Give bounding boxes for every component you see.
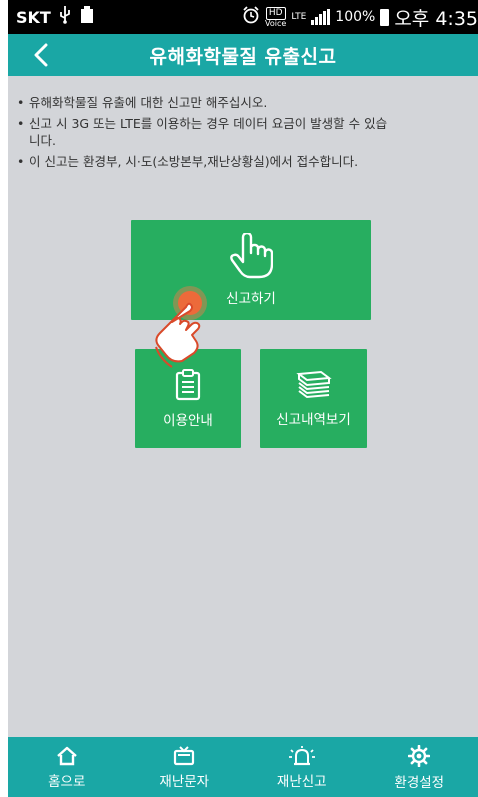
hd-badge: HD (265, 6, 286, 20)
page-title: 유해화학물질 유출신고 (149, 45, 337, 68)
report-history-label: 신고내역보기 (276, 411, 351, 428)
nav-disaster-report-label: 재난신고 (276, 774, 327, 790)
back-button[interactable] (26, 40, 56, 70)
nav-settings-label: 환경설정 (394, 775, 445, 791)
report-button-label: 신고하기 (226, 291, 276, 307)
hand-pointer-icon (230, 233, 273, 279)
alarm-clock-icon (242, 6, 260, 28)
report-history-button[interactable]: 신고내역보기 (260, 349, 367, 448)
battery-percent: 100% (335, 9, 376, 25)
nav-disaster-sms[interactable]: 재난문자 (126, 737, 244, 797)
gear-icon (408, 745, 431, 767)
status-bar: SKT HD Voice LTE 100% 오후 4:35 (8, 0, 478, 34)
notice-text: 이 신고는 환경부, 시·도(소방본부,재난상황실)에서 접수합니다. (29, 154, 359, 169)
usb-icon (59, 6, 71, 28)
app-header: 유해화학물질 유출신고 (8, 34, 478, 76)
user-guide-label: 이용안내 (163, 412, 213, 429)
hd-voice-label: Voice (265, 18, 287, 28)
nav-home-label: 홈으로 (48, 774, 86, 790)
siren-icon (288, 746, 315, 766)
app-screen: SKT HD Voice LTE 100% 오후 4:35 유해화학물질 유출신… (0, 0, 478, 797)
carrier-label: SKT (16, 7, 51, 27)
clipboard-icon (175, 368, 201, 400)
nav-settings[interactable]: 환경설정 (361, 737, 478, 797)
notice-text: 신고 시 3G 또는 LTE를 이용하는 경우 데이터 요금이 발생할 수 있습… (29, 116, 388, 148)
notice-item: • 신고 시 3G 또는 LTE를 이용하는 경우 데이터 요금이 발생할 수 있… (17, 116, 388, 148)
chevron-left-icon (34, 43, 48, 67)
status-clock: 오후 4:35 (394, 7, 478, 30)
home-icon (56, 746, 77, 766)
notice-item: • 이 신고는 환경부, 시·도(소방본부,재난상황실)에서 접수합니다. (17, 154, 359, 169)
hd-voice-indicator: HD Voice (265, 6, 287, 28)
notice-item: • 유해화학물질 유출에 대한 신고만 해주십시오. (17, 95, 268, 110)
battery-icon (380, 8, 390, 26)
notice-text: 유해화학물질 유출에 대한 신고만 해주십시오. (29, 95, 268, 110)
nav-disaster-report[interactable]: 재난신고 (243, 737, 361, 797)
report-button[interactable]: 신고하기 (131, 220, 371, 320)
notice-list: • 유해화학물질 유출에 대한 신고만 해주십시오. • 신고 시 3G 또는 LT… (8, 76, 478, 170)
tv-icon (174, 746, 195, 766)
main-content: • 유해화학물질 유출에 대한 신고만 해주십시오. • 신고 시 3G 또는 LT… (8, 76, 478, 737)
battery-full-notification-icon (79, 5, 95, 29)
bottom-navigation: 홈으로 재난문자 재난신고 환경설정 (8, 737, 478, 797)
nav-home[interactable]: 홈으로 (8, 737, 126, 797)
network-type-label: LTE (291, 12, 307, 22)
user-guide-button[interactable]: 이용안내 (135, 349, 241, 448)
signal-strength-icon (311, 9, 331, 25)
stacked-papers-icon (295, 370, 332, 398)
status-right-group: HD Voice LTE 100% 오후 4:35 (242, 4, 478, 31)
nav-disaster-sms-label: 재난문자 (159, 774, 210, 790)
